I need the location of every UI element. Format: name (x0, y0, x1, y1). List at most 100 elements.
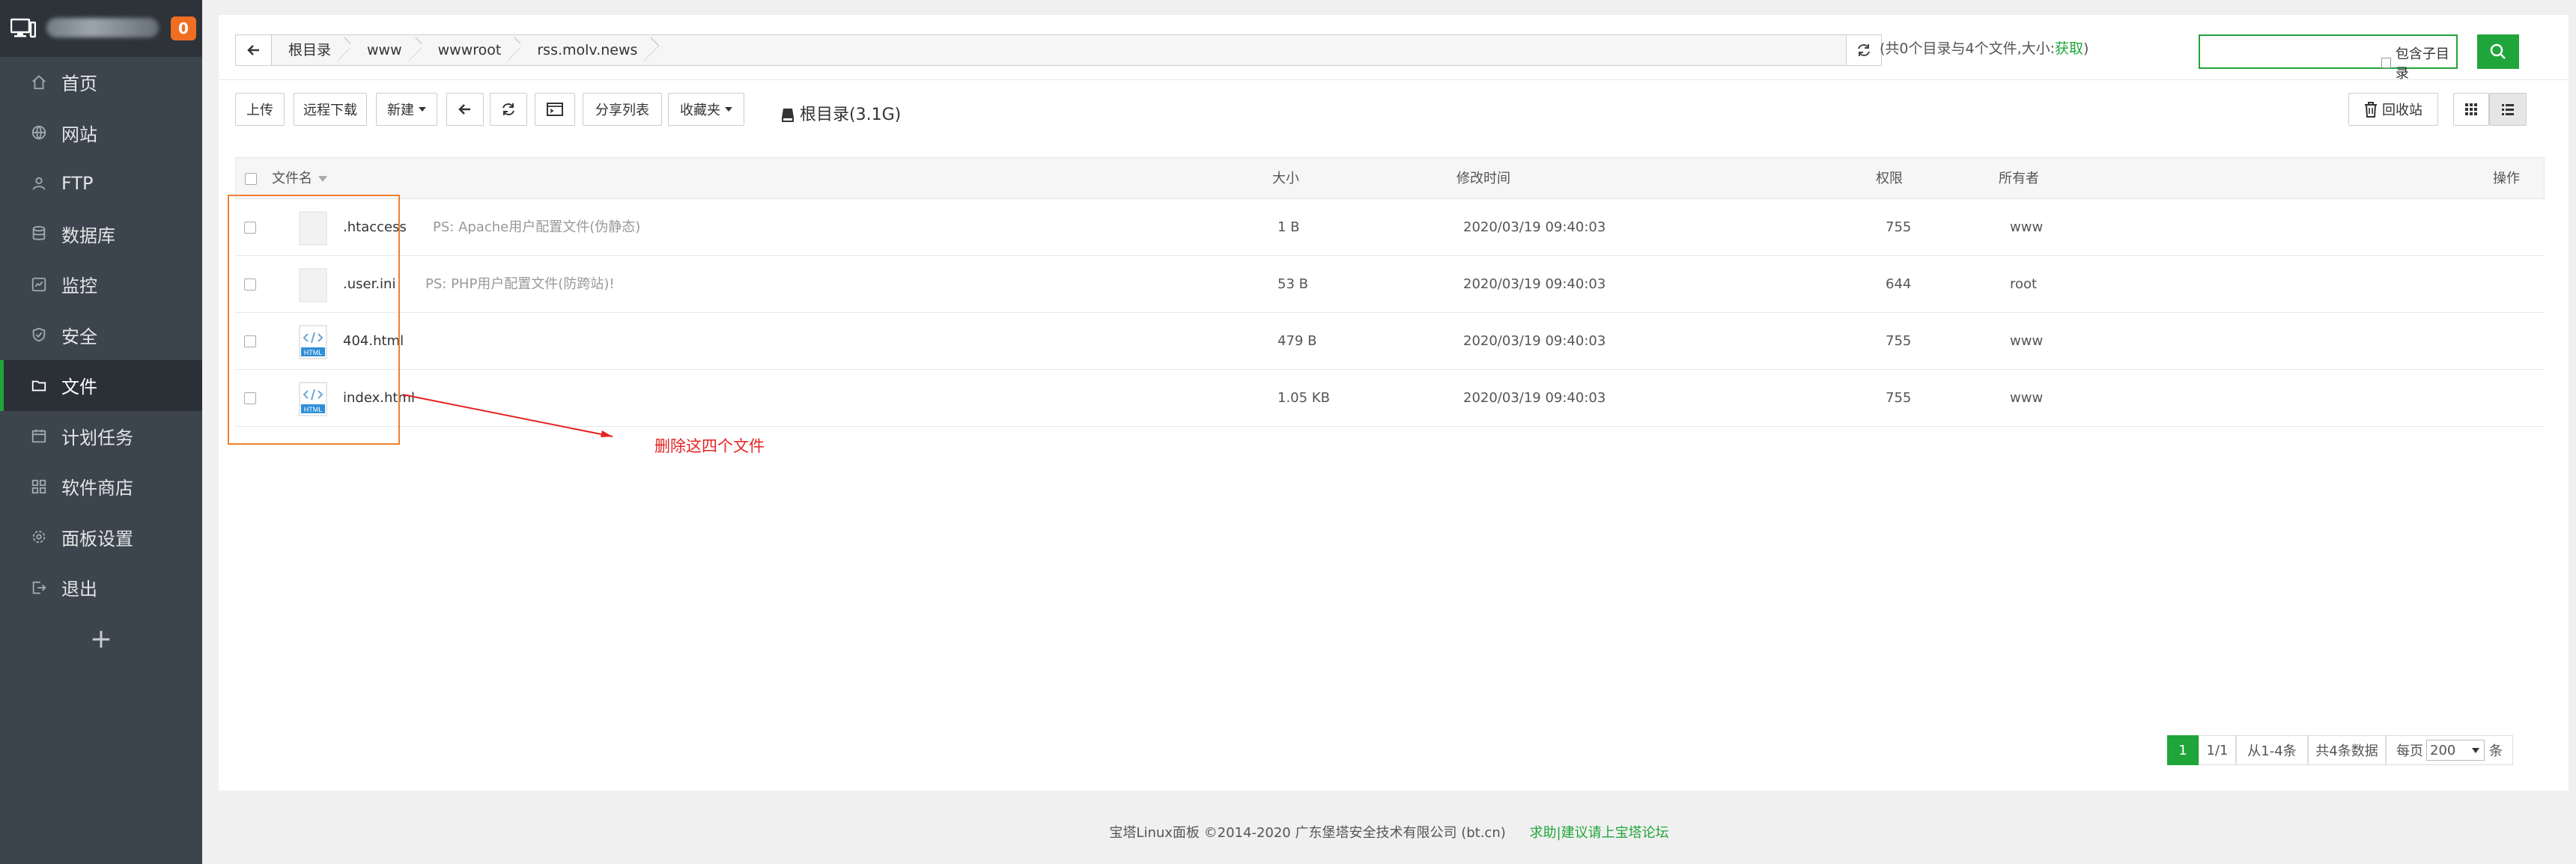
divider (219, 79, 2569, 80)
column-perm[interactable]: 权限 (1876, 158, 1903, 200)
file-perm[interactable]: 644 (1886, 256, 1911, 313)
arrow-left-icon (246, 45, 259, 55)
file-mtime: 2020/03/19 09:40:03 (1463, 390, 1606, 406)
refresh-button[interactable] (490, 93, 527, 126)
column-ops: 操作 (2493, 171, 2520, 186)
nav-security[interactable]: 安全 (0, 310, 202, 361)
file-owner[interactable]: www (2010, 313, 2043, 370)
list-view-icon (2502, 104, 2514, 115)
nav-label: FTP (61, 172, 94, 194)
back-button[interactable] (446, 93, 484, 126)
file-perm[interactable]: 755 (1886, 199, 1911, 256)
nav-ftp[interactable]: FTP (0, 158, 202, 209)
page-current[interactable]: 1 (2167, 735, 2199, 765)
sidebar: 0 首页 网站 FTP 数据库 监控 安全 文件 计划任务 软件商店 面板设置 (0, 0, 202, 864)
annotation-text: 删除这四个文件 (654, 437, 765, 455)
add-nav-button[interactable]: + (0, 613, 202, 666)
trash-icon (2365, 102, 2377, 118)
nav-website[interactable]: 网站 (0, 108, 202, 159)
recycle-label: 回收站 (2382, 103, 2422, 118)
search-button[interactable] (2477, 34, 2519, 69)
checkbox[interactable] (2381, 58, 2391, 68)
pagination: 1 1/1 从1-4条 共4条数据 每页 200 条 (219, 735, 2569, 765)
file-manager-panel: 根目录 www wwwroot rss.molv.news (共0个目录与4个文… (219, 15, 2569, 791)
breadcrumb: 根目录 www wwwroot rss.molv.news (235, 34, 1862, 66)
notification-badge[interactable]: 0 (171, 16, 196, 40)
column-name[interactable]: 文件名 (272, 158, 327, 200)
nav-label: 网站 (61, 124, 97, 145)
file-size: 53 B (1278, 276, 1308, 292)
monitor-icon[interactable] (10, 18, 36, 39)
forum-link[interactable]: 求助|建议请上宝塔论坛 (1530, 825, 1669, 841)
breadcrumb-item[interactable]: rss.molv.news (520, 35, 657, 65)
remote-download-button[interactable]: 远程下载 (294, 93, 367, 126)
column-name-label: 文件名 (272, 171, 312, 186)
new-dropdown-button[interactable]: 新建 (376, 93, 437, 126)
column-owner[interactable]: 所有者 (1999, 158, 2039, 200)
upload-button[interactable]: 上传 (235, 93, 285, 126)
file-note: PS: PHP用户配置文件(防跨站)! (425, 276, 615, 292)
nav-cron[interactable]: 计划任务 (0, 411, 202, 462)
shield-icon (30, 326, 48, 344)
breadcrumb-item[interactable]: 根目录 (272, 35, 351, 65)
logout-icon (30, 579, 48, 597)
file-owner[interactable]: www (2010, 199, 2043, 256)
nav-logout[interactable]: 退出 (0, 562, 202, 613)
share-list-button[interactable]: 分享列表 (583, 93, 662, 126)
page-count: 1/1 (2199, 735, 2236, 765)
search-icon (2490, 43, 2506, 59)
list-view-button[interactable] (2489, 93, 2527, 126)
nav-label: 退出 (61, 579, 97, 600)
nav-settings[interactable]: 面板设置 (0, 512, 202, 563)
globe-icon (30, 124, 48, 142)
search-input[interactable] (2206, 39, 2371, 64)
column-size[interactable]: 大小 (1272, 158, 1299, 200)
breadcrumb-item[interactable]: www (350, 35, 422, 65)
file-mtime: 2020/03/19 09:40:03 (1463, 219, 1606, 235)
arrow-left-icon (458, 104, 470, 115)
select-all-checkbox[interactable] (245, 173, 257, 185)
file-owner[interactable]: root (2010, 256, 2037, 313)
nav-home[interactable]: 首页 (0, 57, 202, 108)
nav-store[interactable]: 软件商店 (0, 461, 202, 512)
monitor-chart-icon (30, 276, 48, 293)
page-range: 从1-4条 (2236, 735, 2308, 765)
table-row[interactable]: HTML 404.html 479 B 2020/03/19 09:40:03 … (235, 313, 2545, 370)
per-page-select[interactable]: 200 (2426, 740, 2485, 761)
gear-icon (30, 528, 48, 546)
ftp-icon (30, 174, 48, 192)
grid-view-button[interactable] (2453, 93, 2489, 126)
nav-label: 监控 (61, 276, 97, 297)
per-page-label: 每页 (2396, 743, 2423, 759)
table-row[interactable]: .htaccess PS: Apache用户配置文件(伪静态) 1 B 2020… (235, 199, 2545, 256)
dir-summary: (共0个目录与4个文件,大小:获取) (1880, 37, 2089, 60)
column-mtime[interactable]: 修改时间 (1456, 158, 1510, 200)
nav-monitor[interactable]: 监控 (0, 259, 202, 310)
nav-files[interactable]: 文件 (0, 360, 202, 411)
summary-suffix: ) (2083, 40, 2089, 57)
nav-label: 安全 (61, 326, 97, 347)
nav-label: 首页 (61, 73, 97, 95)
file-perm[interactable]: 755 (1886, 313, 1911, 370)
refresh-icon (1858, 44, 1870, 56)
terminal-button[interactable] (535, 93, 575, 126)
nav-label: 文件 (61, 377, 97, 398)
path-back-button[interactable] (236, 35, 272, 65)
nav-database[interactable]: 数据库 (0, 209, 202, 260)
get-size-link[interactable]: 获取 (2055, 40, 2083, 57)
favorites-dropdown-button[interactable]: 收藏夹 (668, 93, 744, 126)
file-perm[interactable]: 755 (1886, 370, 1911, 427)
path-refresh-button[interactable] (1846, 34, 1882, 66)
file-size: 1.05 KB (1278, 390, 1330, 406)
recycle-bin-button[interactable]: 回收站 (2348, 93, 2438, 126)
nav-label: 面板设置 (61, 528, 133, 550)
include-subdir-checkbox[interactable]: 包含子目录 (2381, 43, 2456, 82)
file-owner[interactable]: www (2010, 370, 2043, 427)
nav-label: 计划任务 (61, 427, 133, 448)
folder-icon (30, 377, 48, 395)
copyright-text: 宝塔Linux面板 ©2014-2020 广东堡塔安全技术有限公司 (bt.cn… (1109, 825, 1506, 841)
chevron-down-icon (725, 107, 732, 112)
disk-selector[interactable]: 根目录(3.1G) (780, 100, 901, 130)
breadcrumb-item[interactable]: wwwroot (421, 35, 521, 65)
table-row[interactable]: .user.ini PS: PHP用户配置文件(防跨站)! 53 B 2020/… (235, 256, 2545, 313)
